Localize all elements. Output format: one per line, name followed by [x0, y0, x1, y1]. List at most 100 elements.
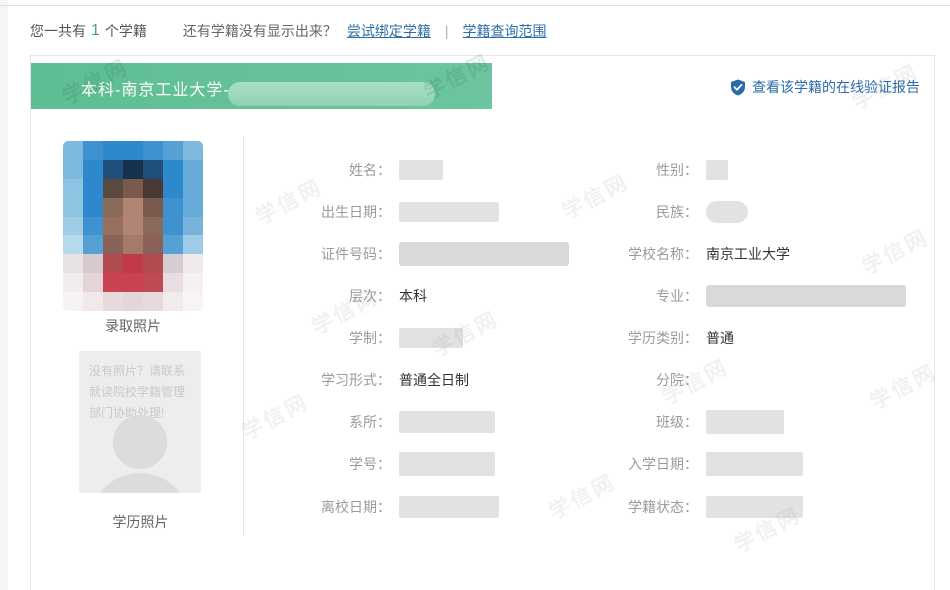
field-label-level: 层次：: [261, 286, 391, 306]
mosaic-cell: [123, 273, 143, 292]
mosaic-cell: [63, 141, 83, 160]
bind-record-link[interactable]: 尝试绑定学籍: [347, 21, 431, 41]
mosaic-cell: [63, 292, 83, 311]
mosaic-cell: [83, 217, 103, 236]
page-edge: [0, 0, 8, 590]
field-row-birth-date: 出生日期：: [261, 199, 499, 225]
mosaic-cell: [163, 217, 183, 236]
top-divider: [0, 5, 950, 6]
mosaic-cell: [63, 160, 83, 179]
mosaic-cell: [83, 273, 103, 292]
admission-photo-blurred: [63, 141, 203, 311]
mosaic-cell: [183, 179, 203, 198]
field-row-level: 层次： 本科: [261, 283, 427, 309]
mosaic-cell: [103, 235, 123, 254]
mosaic-cell: [83, 141, 103, 160]
mosaic-cell: [103, 198, 123, 217]
field-label-status: 学籍状态：: [566, 497, 698, 517]
mosaic-cell: [103, 217, 123, 236]
mosaic-cell: [63, 235, 83, 254]
redacted-value-duration: [399, 328, 463, 348]
person-silhouette-icon: [113, 415, 167, 469]
field-row-school-name: 学校名称：南京工业大学: [566, 241, 790, 267]
redacted-value-class: [706, 410, 784, 434]
field-value-status: [706, 496, 803, 518]
field-row-student-id: 学号：: [261, 451, 495, 477]
field-label-ethnicity: 民族：: [566, 202, 698, 222]
mosaic-cell: [123, 235, 143, 254]
field-value-ethnicity: [706, 201, 748, 223]
field-label-name: 姓名：: [261, 160, 391, 180]
mosaic-cell: [63, 273, 83, 292]
field-value-leave-date: [399, 496, 499, 518]
person-silhouette-body: [90, 473, 190, 493]
field-value-gender: [706, 160, 728, 180]
field-value-student-id: [399, 452, 495, 476]
mosaic-cell: [83, 235, 103, 254]
mosaic-cell: [183, 254, 203, 273]
field-row-branch: 分院：: [566, 367, 706, 393]
mosaic-cell: [163, 141, 183, 160]
mosaic-cell: [83, 179, 103, 198]
field-value-department: [399, 411, 495, 433]
mosaic-cell: [163, 179, 183, 198]
field-label-study-form: 学习形式：: [261, 370, 391, 390]
field-row-class: 班级：: [566, 409, 784, 435]
mosaic-cell: [163, 254, 183, 273]
field-row-major: 专业：: [566, 283, 906, 309]
field-value-school-name: 南京工业大学: [706, 244, 790, 264]
online-verification-report-link[interactable]: 查看该学籍的在线验证报告: [730, 77, 920, 97]
mosaic-cell: [163, 160, 183, 179]
field-value-enroll-date: [706, 452, 803, 476]
field-value-edu-category: 普通: [706, 328, 734, 348]
redacted-value-gender: [706, 160, 728, 180]
field-row-leave-date: 离校日期：: [261, 494, 499, 520]
redacted-value-ethnicity: [706, 201, 748, 223]
mosaic-cell: [183, 141, 203, 160]
photo-form-divider: [243, 136, 244, 536]
redacted-value-id-number: [399, 242, 569, 266]
redacted-value-student-id: [399, 452, 495, 476]
link-separator: |: [445, 23, 449, 39]
mosaic-cell: [83, 198, 103, 217]
mosaic-cell: [143, 198, 163, 217]
mosaic-cell: [83, 292, 103, 311]
field-label-branch: 分院：: [566, 370, 698, 390]
count-suffix: 个学籍: [105, 21, 147, 41]
mosaic-cell: [83, 160, 103, 179]
mosaic-cell: [83, 254, 103, 273]
mosaic-cell: [123, 198, 143, 217]
no-photo-message: 没有照片？请联系就读院校学籍管理部门协助处理!: [79, 351, 201, 424]
field-label-student-id: 学号：: [261, 454, 391, 474]
mosaic-cell: [123, 254, 143, 273]
field-row-id-number: 证件号码：: [261, 241, 569, 267]
redacted-value-name: [399, 160, 443, 180]
field-label-gender: 性别：: [566, 160, 698, 180]
field-row-name: 姓名：: [261, 157, 443, 183]
redacted-value-major: [706, 285, 906, 307]
mosaic-cell: [143, 141, 163, 160]
field-row-gender: 性别：: [566, 157, 728, 183]
mosaic-cell: [63, 217, 83, 236]
mosaic-cell: [143, 179, 163, 198]
mosaic-cell: [183, 235, 203, 254]
field-value-level: 本科: [399, 286, 427, 306]
record-count: 1: [91, 22, 100, 40]
field-label-edu-category: 学历类别：: [566, 328, 698, 348]
field-label-leave-date: 离校日期：: [261, 497, 391, 517]
query-scope-link[interactable]: 学籍查询范围: [463, 21, 547, 41]
watermark-text: 学信网: [856, 221, 934, 281]
record-summary-bar: 您一共有 1 个学籍 还有学籍没有显示出来？ 尝试绑定学籍 | 学籍查询范围: [30, 20, 930, 42]
mosaic-cell: [103, 160, 123, 179]
mosaic-cell: [63, 179, 83, 198]
field-row-ethnicity: 民族：: [566, 199, 748, 225]
mosaic-cell: [143, 217, 163, 236]
field-value-duration: [399, 328, 463, 348]
field-value-birth-date: [399, 202, 499, 222]
mosaic-cell: [123, 179, 143, 198]
record-banner: 本科-南京工业大学-: [31, 63, 492, 109]
mosaic-cell: [123, 217, 143, 236]
mosaic-cell: [103, 141, 123, 160]
online-verification-report-label: 查看该学籍的在线验证报告: [752, 77, 920, 97]
admission-photo-label: 录取照片: [63, 316, 203, 336]
